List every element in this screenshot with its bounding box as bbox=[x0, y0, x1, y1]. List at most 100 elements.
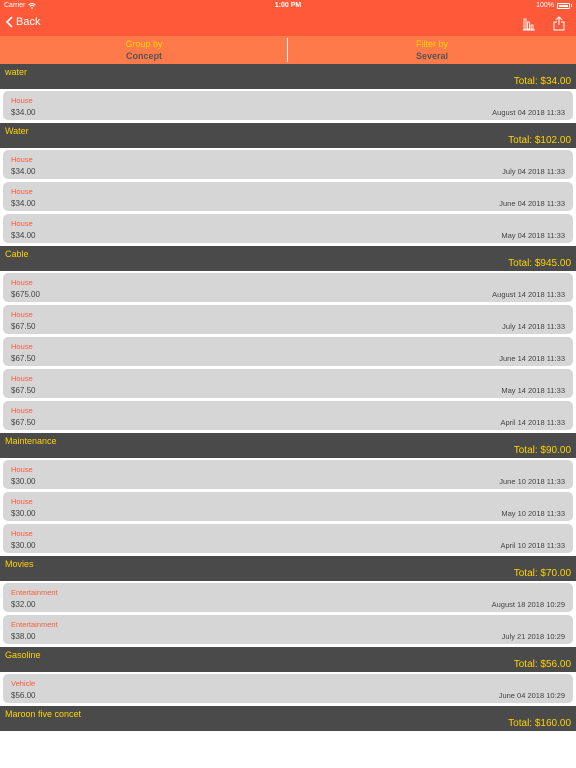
expense-amount: $34.00 bbox=[11, 231, 36, 240]
expense-amount: $30.00 bbox=[11, 477, 36, 486]
expense-amount: $675.00 bbox=[11, 290, 40, 299]
bar-chart-icon[interactable] bbox=[522, 16, 536, 31]
share-icon[interactable] bbox=[552, 16, 566, 31]
group-name: Movies bbox=[5, 559, 34, 569]
battery-percent: 100% bbox=[536, 2, 554, 9]
group-by-title: Group by bbox=[125, 39, 163, 49]
group-header: Cable Total: $945.00 bbox=[0, 246, 576, 271]
group-name: Water bbox=[5, 126, 29, 136]
expense-amount: $34.00 bbox=[11, 167, 36, 176]
status-bar: Carrier 1:00 PM 100% bbox=[0, 0, 576, 12]
expense-amount: $56.00 bbox=[11, 691, 36, 700]
expense-amount: $67.50 bbox=[11, 322, 36, 331]
back-button[interactable]: Back bbox=[6, 16, 40, 28]
group-total: Total: $160.00 bbox=[508, 718, 571, 729]
expense-row[interactable]: Entertainment $32.00 August 18 2018 10:29 bbox=[3, 583, 573, 612]
expense-category: House bbox=[11, 465, 33, 474]
expense-category: House bbox=[11, 155, 33, 164]
expense-date: April 14 2018 11:33 bbox=[500, 418, 566, 427]
expense-category: House bbox=[11, 342, 33, 351]
expense-row[interactable]: House $34.00 May 04 2018 11:33 bbox=[3, 214, 573, 243]
expense-amount: $34.00 bbox=[11, 199, 36, 208]
expense-category: Entertainment bbox=[11, 620, 58, 629]
expense-category: Entertainment bbox=[11, 588, 58, 597]
segment-bar: Group by Concept Filter by Several bbox=[0, 36, 576, 64]
expense-category: Vehicle bbox=[11, 679, 36, 688]
expense-date: August 14 2018 11:33 bbox=[492, 290, 565, 299]
group-header: Gasoline Total: $56.00 bbox=[0, 647, 576, 672]
expense-date: July 14 2018 11:33 bbox=[502, 322, 565, 331]
expense-amount: $38.00 bbox=[11, 632, 36, 641]
expense-date: June 04 2018 11:33 bbox=[499, 199, 565, 208]
group-header: water Total: $34.00 bbox=[0, 64, 576, 89]
group-total: Total: $102.00 bbox=[508, 135, 571, 146]
nav-bar: Back bbox=[0, 12, 576, 36]
group-header: Maroon five concet Total: $160.00 bbox=[0, 706, 576, 731]
battery-icon bbox=[557, 2, 570, 9]
expense-row[interactable]: House $67.50 April 14 2018 11:33 bbox=[3, 401, 573, 430]
expense-row[interactable]: House $67.50 May 14 2018 11:33 bbox=[3, 369, 573, 398]
expense-list[interactable]: water Total: $34.00 House $34.00 August 04 2… bbox=[0, 64, 576, 731]
expense-row[interactable]: House $67.50 July 14 2018 11:33 bbox=[3, 305, 573, 334]
group-header: Water Total: $102.00 bbox=[0, 123, 576, 148]
expense-row[interactable]: House $34.00 July 04 2018 11:33 bbox=[3, 150, 573, 179]
expense-row[interactable]: House $675.00 August 14 2018 11:33 bbox=[3, 273, 573, 302]
expense-category: House bbox=[11, 278, 33, 287]
expense-date: July 04 2018 11:33 bbox=[502, 167, 565, 176]
group-total: Total: $70.00 bbox=[513, 568, 571, 579]
expense-category: House bbox=[11, 529, 33, 538]
group-name: Maintenance bbox=[5, 436, 57, 446]
expense-row[interactable]: Entertainment $38.00 July 21 2018 10:29 bbox=[3, 615, 573, 644]
expense-category: House bbox=[11, 406, 33, 415]
expense-category: House bbox=[11, 497, 33, 506]
expense-row[interactable]: House $34.00 August 04 2018 11:33 bbox=[3, 91, 573, 120]
expense-row[interactable]: House $67.50 June 14 2018 11:33 bbox=[3, 337, 573, 366]
group-total: Total: $34.00 bbox=[513, 76, 571, 87]
expense-date: May 04 2018 11:33 bbox=[501, 231, 565, 240]
chevron-left-icon bbox=[6, 16, 13, 28]
expense-amount: $30.00 bbox=[11, 509, 36, 518]
expense-amount: $32.00 bbox=[11, 600, 36, 609]
expense-date: June 04 2018 10:29 bbox=[498, 691, 565, 700]
segment-divider bbox=[287, 38, 288, 62]
expense-amount: $30.00 bbox=[11, 541, 36, 550]
expense-date: May 14 2018 11:33 bbox=[501, 386, 565, 395]
expense-row[interactable]: House $34.00 June 04 2018 11:33 bbox=[3, 182, 573, 211]
group-header: Movies Total: $70.00 bbox=[0, 556, 576, 581]
expense-category: House bbox=[11, 219, 33, 228]
expense-amount: $67.50 bbox=[11, 418, 36, 427]
expense-category: House bbox=[11, 187, 33, 196]
expense-date: June 14 2018 11:33 bbox=[499, 354, 565, 363]
expense-row[interactable]: House $30.00 May 10 2018 11:33 bbox=[3, 492, 573, 521]
expense-category: House bbox=[11, 374, 33, 383]
group-total: Total: $56.00 bbox=[513, 659, 571, 670]
expense-amount: $67.50 bbox=[11, 386, 36, 395]
expense-date: May 10 2018 11:33 bbox=[501, 509, 565, 518]
filter-by-title: Filter by bbox=[415, 39, 448, 49]
expense-amount: $67.50 bbox=[11, 354, 36, 363]
expense-date: July 21 2018 10:29 bbox=[501, 632, 565, 641]
filter-by-selector[interactable]: Filter by Several bbox=[288, 36, 576, 64]
expense-amount: $34.00 bbox=[11, 108, 36, 117]
group-header: Maintenance Total: $90.00 bbox=[0, 433, 576, 458]
group-total: Total: $945.00 bbox=[508, 258, 571, 269]
expense-date: April 10 2018 11:33 bbox=[500, 541, 566, 550]
expense-row[interactable]: House $30.00 April 10 2018 11:33 bbox=[3, 524, 573, 553]
expense-date: August 04 2018 11:33 bbox=[492, 108, 565, 117]
group-total: Total: $90.00 bbox=[513, 445, 571, 456]
group-by-value: Concept bbox=[126, 51, 162, 61]
group-name: Cable bbox=[5, 249, 29, 259]
group-name: water bbox=[5, 67, 28, 77]
expense-row[interactable]: House $30.00 June 10 2018 11:33 bbox=[3, 460, 573, 489]
clock: 1:00 PM bbox=[274, 2, 302, 9]
filter-by-value: Several bbox=[415, 51, 449, 61]
back-label: Back bbox=[16, 16, 41, 28]
expense-category: House bbox=[11, 96, 33, 105]
group-name: Maroon five concet bbox=[5, 709, 82, 719]
expense-row[interactable]: Vehicle $56.00 June 04 2018 10:29 bbox=[3, 674, 573, 703]
group-by-selector[interactable]: Group by Concept bbox=[0, 36, 288, 64]
expense-category: House bbox=[11, 310, 33, 319]
expense-date: June 10 2018 11:33 bbox=[499, 477, 565, 486]
group-name: Gasoline bbox=[5, 650, 41, 660]
expense-date: August 18 2018 10:29 bbox=[491, 600, 565, 609]
